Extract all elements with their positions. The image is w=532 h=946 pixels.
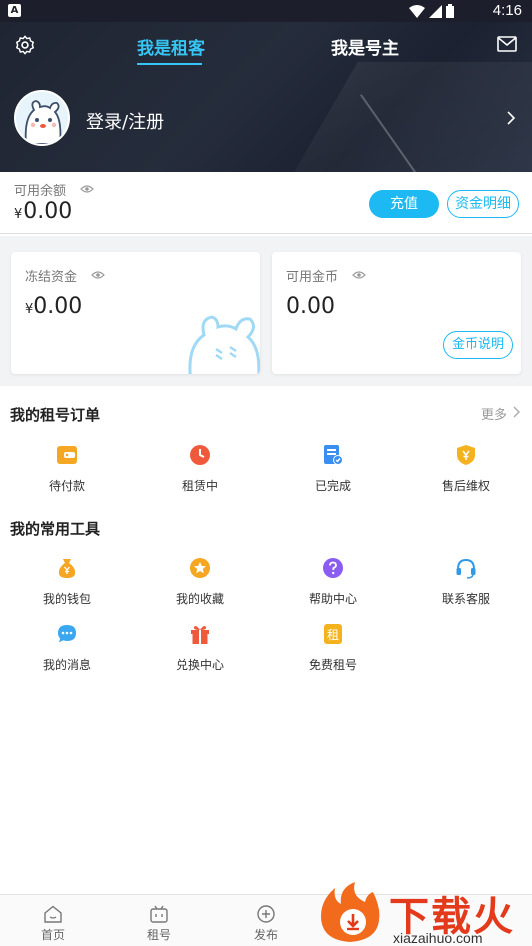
flame-logo-icon — [321, 882, 380, 942]
system-icons — [409, 4, 454, 18]
tab-active-indicator — [137, 63, 202, 65]
nav-publish[interactable]: 发布 — [236, 903, 296, 943]
rent-tag-icon: 租 — [324, 624, 342, 644]
eye-icon[interactable] — [91, 270, 105, 280]
nav-home[interactable]: 首页 — [23, 903, 83, 943]
gold-coins-amount: 0.00 — [286, 294, 335, 319]
eye-icon[interactable] — [80, 184, 94, 194]
chevron-right-icon[interactable] — [504, 110, 518, 126]
headset-icon — [456, 558, 476, 579]
order-item-label: 已完成 — [314, 479, 351, 493]
frozen-funds-amount: ¥0.00 — [25, 294, 82, 319]
nav-publish-label: 发布 — [253, 928, 278, 942]
tool-exchange-center[interactable]: 兑换中心 — [150, 623, 250, 683]
decor-shard — [242, 62, 532, 172]
tools-section-title: 我的常用工具 — [10, 520, 101, 538]
tool-item-label: 兑换中心 — [175, 658, 224, 672]
watermark-url: xiazaihuo.com — [393, 930, 483, 946]
app-notification-icon: A — [8, 4, 21, 17]
tool-free-rental[interactable]: 租 免费租号 — [283, 623, 383, 683]
checklist-icon — [324, 445, 343, 465]
gamepad-icon — [150, 905, 168, 923]
home-icon — [44, 905, 62, 923]
clock-icon — [190, 445, 210, 465]
currency-symbol: ¥ — [14, 207, 23, 222]
gold-coins-card: 可用金币 0.00 金币说明 — [272, 252, 521, 374]
money-bag-icon — [58, 559, 76, 578]
avatar[interactable] — [14, 90, 70, 146]
tool-help-center[interactable]: 帮助中心 — [283, 557, 383, 617]
tool-item-label: 我的收藏 — [175, 592, 224, 606]
order-pending-payment[interactable]: 待付款 — [17, 444, 117, 504]
eye-icon[interactable] — [352, 270, 366, 280]
status-bar: A 4:16 — [0, 0, 532, 22]
rent-tag-glyph: 租 — [327, 628, 339, 642]
tool-item-label: 联系客服 — [441, 592, 490, 606]
tool-customer-service[interactable]: 联系客服 — [416, 557, 516, 617]
wallet-icon — [57, 446, 77, 464]
bear-avatar-icon — [16, 92, 68, 144]
mail-icon[interactable] — [497, 36, 517, 52]
login-register-link[interactable]: 登录/注册 — [86, 108, 164, 134]
balance-label: 可用余额 — [14, 184, 67, 199]
balance-section: 可用余额 ¥0.00 充值 资金明细 — [0, 172, 532, 234]
signal-icon — [429, 4, 442, 18]
wifi-icon — [409, 4, 425, 18]
profile-header: 我是租客 我是号主 登录/注册 — [0, 22, 532, 172]
tool-item-label: 免费租号 — [308, 658, 357, 672]
order-after-sales[interactable]: 售后维权 — [416, 444, 516, 504]
orders-section-title: 我的租号订单 — [10, 406, 101, 424]
plus-circle-icon — [257, 905, 275, 923]
order-item-label: 待付款 — [48, 479, 85, 493]
chevron-right-icon[interactable] — [512, 406, 521, 418]
balance-amount: ¥0.00 — [14, 199, 72, 224]
coin-info-button[interactable]: 金币说明 — [443, 331, 513, 359]
question-icon — [323, 558, 343, 578]
tab-owner[interactable]: 我是号主 — [331, 34, 399, 59]
more-orders-link[interactable]: 更多 — [481, 404, 507, 423]
fund-details-button[interactable]: 资金明细 — [447, 190, 519, 218]
frozen-funds-card: 冻结资金 ¥0.00 — [11, 252, 260, 374]
order-item-label: 租赁中 — [181, 479, 218, 493]
tool-my-wallet[interactable]: 我的钱包 — [17, 557, 117, 617]
star-icon — [190, 558, 210, 578]
shield-yen-icon — [457, 445, 475, 465]
balance-value: 0.00 — [23, 199, 73, 224]
gold-coins-label: 可用金币 — [286, 270, 339, 285]
tool-item-label: 我的钱包 — [42, 592, 91, 606]
tool-my-messages[interactable]: 我的消息 — [17, 623, 117, 683]
battery-icon — [446, 4, 454, 18]
message-icon — [58, 625, 76, 643]
tool-item-label: 我的消息 — [42, 658, 91, 672]
tab-renter[interactable]: 我是租客 — [137, 34, 205, 59]
order-item-label: 售后维权 — [441, 479, 490, 493]
gear-icon[interactable] — [14, 34, 36, 56]
tool-my-favorites[interactable]: 我的收藏 — [150, 557, 250, 617]
clock: 4:16 — [492, 2, 522, 19]
tool-item-label: 帮助中心 — [308, 592, 357, 606]
bear-mascot-icon — [188, 315, 260, 374]
order-renting[interactable]: 租赁中 — [150, 444, 250, 504]
gift-icon — [191, 626, 209, 644]
recharge-button[interactable]: 充值 — [369, 190, 439, 218]
watermark-logo: 下载火 xiazaihuo.com — [315, 878, 532, 946]
frozen-funds-label: 冻结资金 — [25, 270, 78, 285]
frozen-funds-value: 0.00 — [33, 294, 83, 319]
order-completed[interactable]: 已完成 — [283, 444, 383, 504]
nav-rent[interactable]: 租号 — [129, 903, 189, 943]
nav-home-label: 首页 — [40, 928, 65, 942]
nav-rent-label: 租号 — [146, 928, 171, 942]
